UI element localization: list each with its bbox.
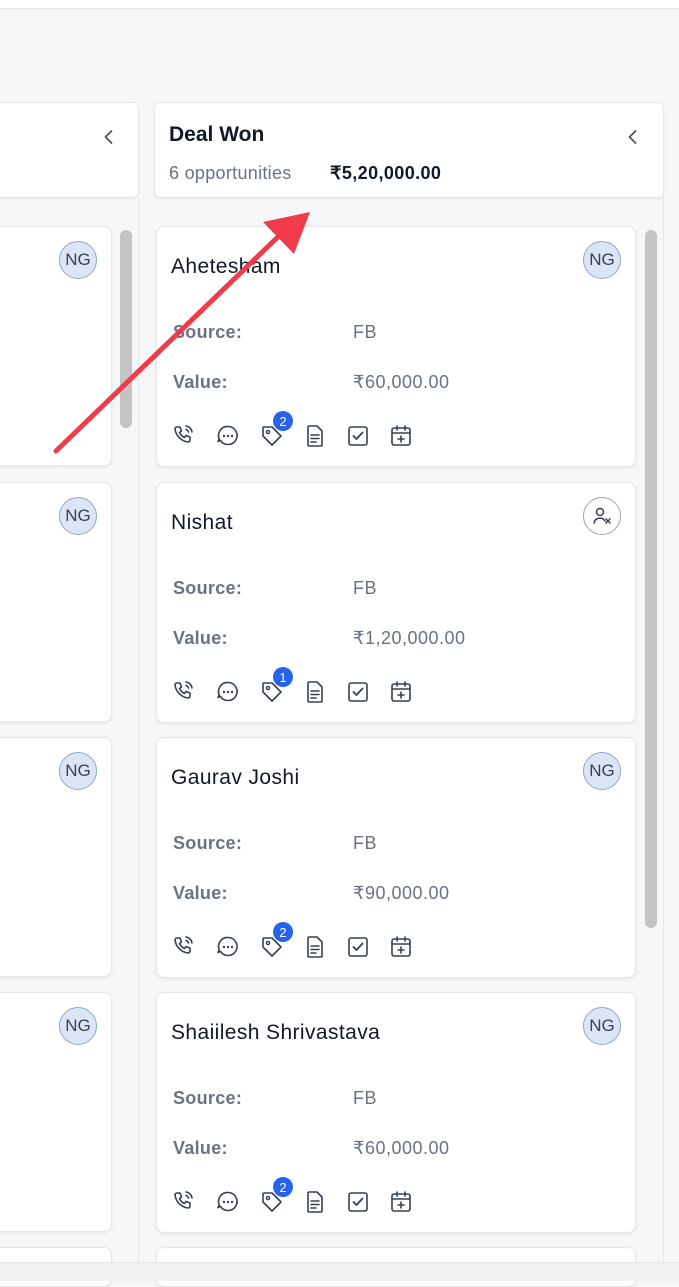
- document-action[interactable]: [302, 1189, 328, 1215]
- column-title: Deal Won: [169, 123, 265, 146]
- phone-call-action[interactable]: [171, 1189, 197, 1215]
- avatar: NG: [59, 752, 97, 790]
- calendar-add-action[interactable]: [388, 679, 414, 705]
- message-dots-action[interactable]: [215, 934, 241, 960]
- deal-card-name[interactable]: Gaurav Joshi: [171, 766, 300, 790]
- checkbox-icon: [348, 937, 368, 957]
- message-dots-action[interactable]: [215, 679, 241, 705]
- source-label: Source:: [173, 578, 243, 598]
- opportunity-count: 6 opportunities: [169, 163, 292, 183]
- calendar-add-action[interactable]: [388, 934, 414, 960]
- document-icon: [307, 1191, 323, 1213]
- deal-value: ₹60,000.00: [353, 372, 450, 392]
- tag-action[interactable]: 2: [259, 411, 293, 449]
- phone-call-icon: [174, 936, 193, 954]
- source-value: FB: [353, 578, 378, 598]
- source-label: Source:: [173, 322, 243, 342]
- deal-card[interactable]: Shaiilesh Shrivastava Source: FB Value: ₹60,…: [156, 992, 636, 1233]
- checkbox-action[interactable]: [345, 679, 371, 705]
- assignee-avatar[interactable]: NG: [583, 752, 621, 790]
- deal-card[interactable]: Nishat Source: FB Value: ₹1,20,000.00 1: [156, 482, 636, 723]
- message-dots-icon: [217, 681, 238, 702]
- phone-call-action[interactable]: [171, 679, 197, 705]
- document-action[interactable]: [302, 423, 328, 449]
- tag-count-badge: 2: [273, 411, 293, 431]
- avatar: NG: [59, 1007, 97, 1045]
- deal-value: ₹60,000.00: [353, 1138, 450, 1158]
- checkbox-action[interactable]: [345, 423, 371, 449]
- previous-column-header[interactable]: [0, 102, 139, 198]
- document-action[interactable]: [302, 679, 328, 705]
- message-dots-icon: [217, 1191, 238, 1212]
- tag-action[interactable]: 2: [259, 1177, 293, 1215]
- unassigned-user-button[interactable]: [583, 497, 621, 535]
- document-action[interactable]: [302, 934, 328, 960]
- top-bar: [0, 0, 679, 9]
- deal-won-column-scrollbar[interactable]: [645, 230, 657, 928]
- avatar: NG: [59, 497, 97, 535]
- tag-count-badge: 2: [273, 922, 293, 942]
- calendar-add-action[interactable]: [388, 1189, 414, 1215]
- deal-card-name[interactable]: Ahetesham: [171, 255, 281, 279]
- chevron-left-icon[interactable]: [99, 127, 119, 147]
- document-icon: [307, 425, 323, 447]
- document-icon: [307, 936, 323, 958]
- deal-card[interactable]: Ahetesham Source: FB Value: ₹60,000.00 NG 2: [156, 226, 636, 467]
- tag-action[interactable]: 1: [259, 667, 293, 705]
- source-value: FB: [353, 1088, 378, 1108]
- previous-column-card[interactable]: NG: [0, 737, 112, 977]
- tag-action[interactable]: 2: [259, 922, 293, 960]
- checkbox-action[interactable]: [345, 1189, 371, 1215]
- document-icon: [307, 681, 323, 703]
- calendar-add-icon: [391, 1191, 411, 1212]
- value-label: Value:: [173, 883, 228, 903]
- phone-call-action[interactable]: [171, 934, 197, 960]
- phone-call-icon: [174, 425, 193, 443]
- source-label: Source:: [173, 833, 243, 853]
- phone-call-icon: [174, 681, 193, 699]
- column-total-value: ₹5,20,000.00: [330, 163, 442, 183]
- calendar-add-icon: [391, 681, 411, 702]
- checkbox-icon: [348, 1192, 368, 1212]
- source-label: Source:: [173, 1088, 243, 1108]
- previous-column-card[interactable]: NG: [0, 992, 112, 1232]
- assignee-avatar[interactable]: NG: [583, 241, 621, 279]
- phone-call-icon: [174, 1191, 193, 1209]
- chevron-left-icon[interactable]: [623, 127, 643, 147]
- calendar-add-icon: [391, 936, 411, 957]
- value-label: Value:: [173, 628, 228, 648]
- source-value: FB: [353, 833, 378, 853]
- avatar: NG: [59, 241, 97, 279]
- bottom-bar: [0, 1262, 679, 1281]
- checkbox-icon: [348, 426, 368, 446]
- deal-value: ₹90,000.00: [353, 883, 450, 903]
- deal-card[interactable]: Gaurav Joshi Source: FB Value: ₹90,000.00 NG …: [156, 737, 636, 978]
- source-value: FB: [353, 322, 378, 342]
- deal-card-name[interactable]: Nishat: [171, 511, 233, 535]
- previous-column-card[interactable]: NG: [0, 482, 112, 722]
- deal-value: ₹1,20,000.00: [353, 628, 466, 648]
- assignee-avatar[interactable]: NG: [583, 1007, 621, 1045]
- tag-count-badge: 1: [273, 667, 293, 687]
- message-dots-action[interactable]: [215, 1189, 241, 1215]
- checkbox-icon: [348, 682, 368, 702]
- deal-card-name[interactable]: Shaiilesh Shrivastava: [171, 1021, 380, 1045]
- calendar-add-icon: [391, 425, 411, 446]
- value-label: Value:: [173, 1138, 228, 1158]
- value-label: Value:: [173, 372, 228, 392]
- calendar-add-action[interactable]: [388, 423, 414, 449]
- phone-call-action[interactable]: [171, 423, 197, 449]
- previous-column-card[interactable]: NG: [0, 226, 112, 466]
- user-remove-icon: [593, 507, 611, 524]
- deal-won-column-header[interactable]: Deal Won 6 opportunities ₹5,20,000.00: [154, 102, 664, 198]
- message-dots-action[interactable]: [215, 423, 241, 449]
- message-dots-icon: [217, 936, 238, 957]
- previous-column-scrollbar[interactable]: [120, 230, 132, 428]
- checkbox-action[interactable]: [345, 934, 371, 960]
- message-dots-icon: [217, 425, 238, 446]
- tag-count-badge: 2: [273, 1177, 293, 1197]
